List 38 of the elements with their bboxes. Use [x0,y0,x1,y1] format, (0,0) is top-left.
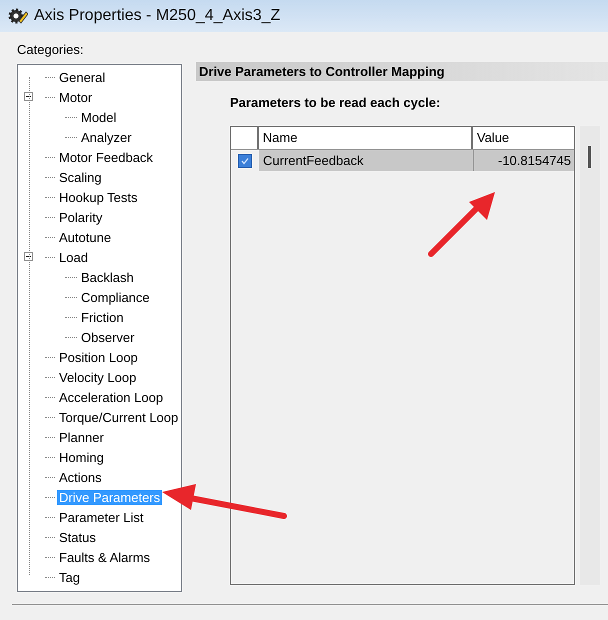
tree-item[interactable]: Actions [57,470,104,484]
tree-item[interactable]: Polarity [57,210,104,224]
tree-item[interactable]: Status [57,530,98,544]
tree-item[interactable]: Model [79,110,118,124]
table-cell: CurrentFeedback [259,150,474,171]
window-title: Axis Properties - M250_4_Axis3_Z [34,7,280,25]
tree-item[interactable]: Compliance [79,290,152,304]
tree-item[interactable]: Scaling [57,170,104,184]
tree-item[interactable]: Hookup Tests [57,190,140,204]
table-cell-text: -10.8154745 [496,152,572,170]
tree-item[interactable]: Torque/Current Loop [57,410,180,424]
tree-item[interactable]: Tag [57,570,82,584]
tree-item[interactable]: Faults & Alarms [57,550,152,564]
tree-item[interactable]: Planner [57,430,106,444]
collapse-icon[interactable] [24,92,33,101]
tree-item[interactable]: Motor Feedback [57,150,155,164]
tree-item[interactable]: Motor [57,90,94,104]
categories-label: Categories: [17,41,84,59]
tree-item[interactable]: General [57,70,108,84]
section-header: Drive Parameters to Controller Mapping [196,62,608,81]
check-icon [240,156,250,166]
tree-item[interactable]: Friction [79,310,126,324]
tree-item[interactable]: Autotune [57,230,114,244]
tree-item[interactable]: Observer [79,330,136,344]
gear-icon [8,7,28,25]
tree-item[interactable]: Acceleration Loop [57,390,166,404]
tree-item[interactable]: Parameter List [57,510,146,524]
tree-item[interactable]: Backlash [79,270,136,284]
tree-item[interactable]: Velocity Loop [57,370,138,384]
tree-item[interactable]: Analyzer [79,130,134,144]
section-subtitle: Parameters to be read each cycle: [229,94,442,112]
checkbox[interactable] [238,154,252,168]
tree-item[interactable]: Load [57,250,90,264]
tree-item[interactable]: Homing [57,450,106,464]
tree-item[interactable]: Position Loop [57,350,140,364]
scrollbar[interactable] [580,126,600,585]
collapse-icon[interactable] [24,252,33,261]
column-header[interactable]: Value [472,127,574,149]
